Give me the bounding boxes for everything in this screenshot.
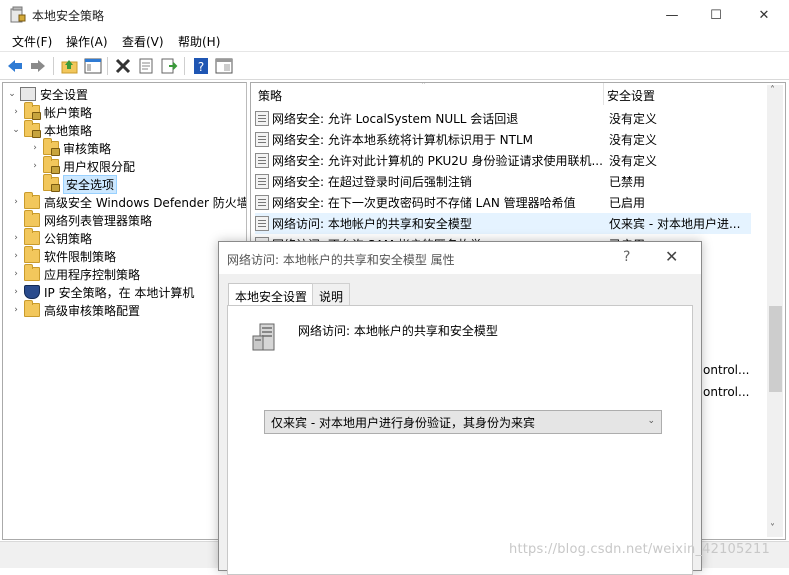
- table-row[interactable]: 网络安全: 允许本地系统将计算机标识用于 NTLM 没有定义: [255, 129, 751, 150]
- dropdown-selected-value: 仅来宾 - 对本地用户进行身份验证，其身份为来宾: [271, 415, 535, 430]
- tree-node-account-policies[interactable]: › 帐户策略: [11, 102, 92, 121]
- chevron-right-icon[interactable]: ›: [11, 107, 21, 117]
- chevron-right-icon[interactable]: ›: [11, 233, 21, 243]
- policy-icon: [255, 216, 269, 231]
- locked-folder-icon: [24, 102, 41, 120]
- tree-node-software-restriction[interactable]: › 软件限制策略: [11, 246, 116, 265]
- tab-explain[interactable]: 说明: [312, 283, 351, 305]
- tree-pane: ⌄ 安全设置 › 帐户策略 ⌄ 本地策略 › 审核策略 › 用户权限分配 安全选…: [2, 82, 247, 540]
- menu-bar: 文件(F) 操作(A) 查看(V) 帮助(H): [0, 30, 789, 52]
- policy-name-label: 网络访问: 本地帐户的共享和安全模型: [298, 324, 498, 338]
- chevron-right-icon[interactable]: ›: [30, 161, 40, 171]
- help-icon[interactable]: ?: [192, 57, 210, 75]
- tree-node-security-options[interactable]: 安全选项: [30, 174, 118, 194]
- scrollbar-thumb[interactable]: [769, 306, 782, 392]
- tab-local-security-setting[interactable]: 本地安全设置: [228, 283, 315, 306]
- chevron-right-icon[interactable]: ›: [11, 305, 21, 315]
- close-icon[interactable]: ✕: [665, 247, 678, 266]
- menu-action[interactable]: 操作(A): [66, 33, 108, 50]
- tree-node-network-list-manager[interactable]: 网络列表管理器策略: [11, 210, 152, 229]
- tree-node-advanced-audit[interactable]: › 高级审核策略配置: [11, 300, 140, 319]
- toolbar: ?: [0, 53, 789, 80]
- tree-node-ip-security[interactable]: › IP 安全策略，在 本地计算机: [11, 283, 194, 301]
- locked-folder-icon: [24, 120, 41, 138]
- server-icon: [252, 323, 275, 351]
- partial-cell-text: ontrol...: [703, 385, 750, 399]
- chevron-down-icon[interactable]: ⌄: [647, 416, 655, 426]
- locked-folder-icon: [43, 174, 60, 192]
- folder-icon: [24, 300, 40, 317]
- title-bar: 本地安全策略 — ☐ ✕: [0, 0, 789, 30]
- show-hide-tree-icon[interactable]: [84, 57, 102, 75]
- tab-panel: 网络访问: 本地帐户的共享和安全模型 仅来宾 - 对本地用户进行身份验证，其身份…: [227, 305, 693, 575]
- scroll-up-icon[interactable]: ˄: [770, 85, 775, 96]
- locked-folder-icon: [43, 156, 60, 174]
- column-header-policy[interactable]: 策略: [258, 87, 282, 104]
- menu-help[interactable]: 帮助(H): [178, 33, 220, 50]
- chevron-down-icon[interactable]: ⌄: [11, 125, 21, 135]
- delete-icon[interactable]: [114, 57, 132, 75]
- tree-node-user-rights-assignment[interactable]: › 用户权限分配: [30, 156, 135, 175]
- sort-arrow-icon: ˄: [421, 82, 426, 92]
- chevron-right-icon[interactable]: ›: [11, 269, 21, 279]
- minimize-button[interactable]: —: [649, 0, 695, 30]
- policy-icon: [255, 153, 269, 168]
- folder-icon: [24, 192, 40, 209]
- table-row[interactable]: 网络安全: 允许 LocalSystem NULL 会话回退 没有定义: [255, 108, 751, 129]
- export-list-icon[interactable]: [160, 57, 178, 75]
- partial-cell-text: ontrol...: [703, 363, 750, 377]
- forward-icon[interactable]: [29, 57, 47, 75]
- scroll-down-icon[interactable]: ˅: [770, 523, 775, 534]
- policy-icon: [255, 174, 269, 189]
- properties-dialog: 网络访问: 本地帐户的共享和安全模型 属性 ? ✕ 本地安全设置 说明 网络访问…: [218, 241, 702, 575]
- local-security-policy-icon: [10, 6, 26, 23]
- policy-icon: [255, 195, 269, 210]
- chevron-right-icon[interactable]: ›: [11, 197, 21, 207]
- properties-icon[interactable]: [137, 57, 155, 75]
- tree-node-local-policies[interactable]: ⌄ 本地策略: [11, 120, 92, 139]
- table-row[interactable]: 网络安全: 允许对此计算机的 PKU2U 身份验证请求使用联机... 没有定义: [255, 150, 751, 171]
- table-row[interactable]: 网络安全: 在下一次更改密码时不存储 LAN 管理器哈希值 已启用: [255, 192, 751, 213]
- maximize-icon: ☐: [710, 7, 722, 23]
- tree-node-audit-policy[interactable]: › 审核策略: [30, 138, 111, 157]
- close-icon: ✕: [758, 7, 770, 23]
- chevron-right-icon[interactable]: ›: [11, 251, 21, 261]
- chevron-right-icon[interactable]: ›: [11, 287, 21, 297]
- back-icon[interactable]: [6, 57, 24, 75]
- menu-view[interactable]: 查看(V): [122, 33, 164, 50]
- ip-security-shield-icon: [24, 285, 40, 299]
- folder-icon: [24, 210, 40, 227]
- policy-icon: [255, 111, 269, 126]
- tree-node-application-control[interactable]: › 应用程序控制策略: [11, 264, 140, 283]
- table-row-selected[interactable]: 网络访问: 本地帐户的共享和安全模型 仅来宾 - 对本地用户进...: [255, 213, 751, 234]
- tree-node-public-key-policies[interactable]: › 公钥策略: [11, 228, 92, 247]
- chevron-down-icon[interactable]: ⌄: [7, 89, 17, 99]
- watermark: https://blog.csdn.net/weixin_42105211: [509, 542, 770, 557]
- table-row[interactable]: 网络安全: 在超过登录时间后强制注销 已禁用: [255, 171, 751, 192]
- close-button[interactable]: ✕: [741, 0, 787, 30]
- dialog-title: 网络访问: 本地帐户的共享和安全模型 属性: [227, 253, 455, 267]
- console-icon[interactable]: [215, 57, 233, 75]
- up-folder-icon[interactable]: [61, 57, 79, 75]
- policy-icon: [255, 132, 269, 147]
- security-settings-icon: [20, 87, 36, 101]
- tree-node-security-settings[interactable]: ⌄ 安全设置: [7, 85, 88, 103]
- dialog-title-bar: 网络访问: 本地帐户的共享和安全模型 属性 ? ✕: [219, 242, 701, 274]
- minimize-icon: —: [665, 7, 679, 23]
- window-title: 本地安全策略: [32, 9, 105, 23]
- tree-node-windows-defender-firewall[interactable]: › 高级安全 Windows Defender 防火墙: [11, 192, 246, 211]
- column-header-setting[interactable]: 安全设置: [607, 87, 655, 104]
- folder-icon: [24, 264, 40, 281]
- setting-dropdown[interactable]: 仅来宾 - 对本地用户进行身份验证，其身份为来宾 ⌄: [264, 410, 662, 434]
- folder-icon: [24, 246, 40, 263]
- maximize-button[interactable]: ☐: [693, 0, 739, 30]
- help-icon[interactable]: ?: [623, 249, 630, 265]
- menu-file[interactable]: 文件(F): [12, 33, 52, 50]
- chevron-right-icon[interactable]: ›: [30, 143, 40, 153]
- folder-icon: [24, 228, 40, 245]
- svg-text:?: ?: [198, 60, 204, 74]
- locked-folder-icon: [43, 138, 60, 156]
